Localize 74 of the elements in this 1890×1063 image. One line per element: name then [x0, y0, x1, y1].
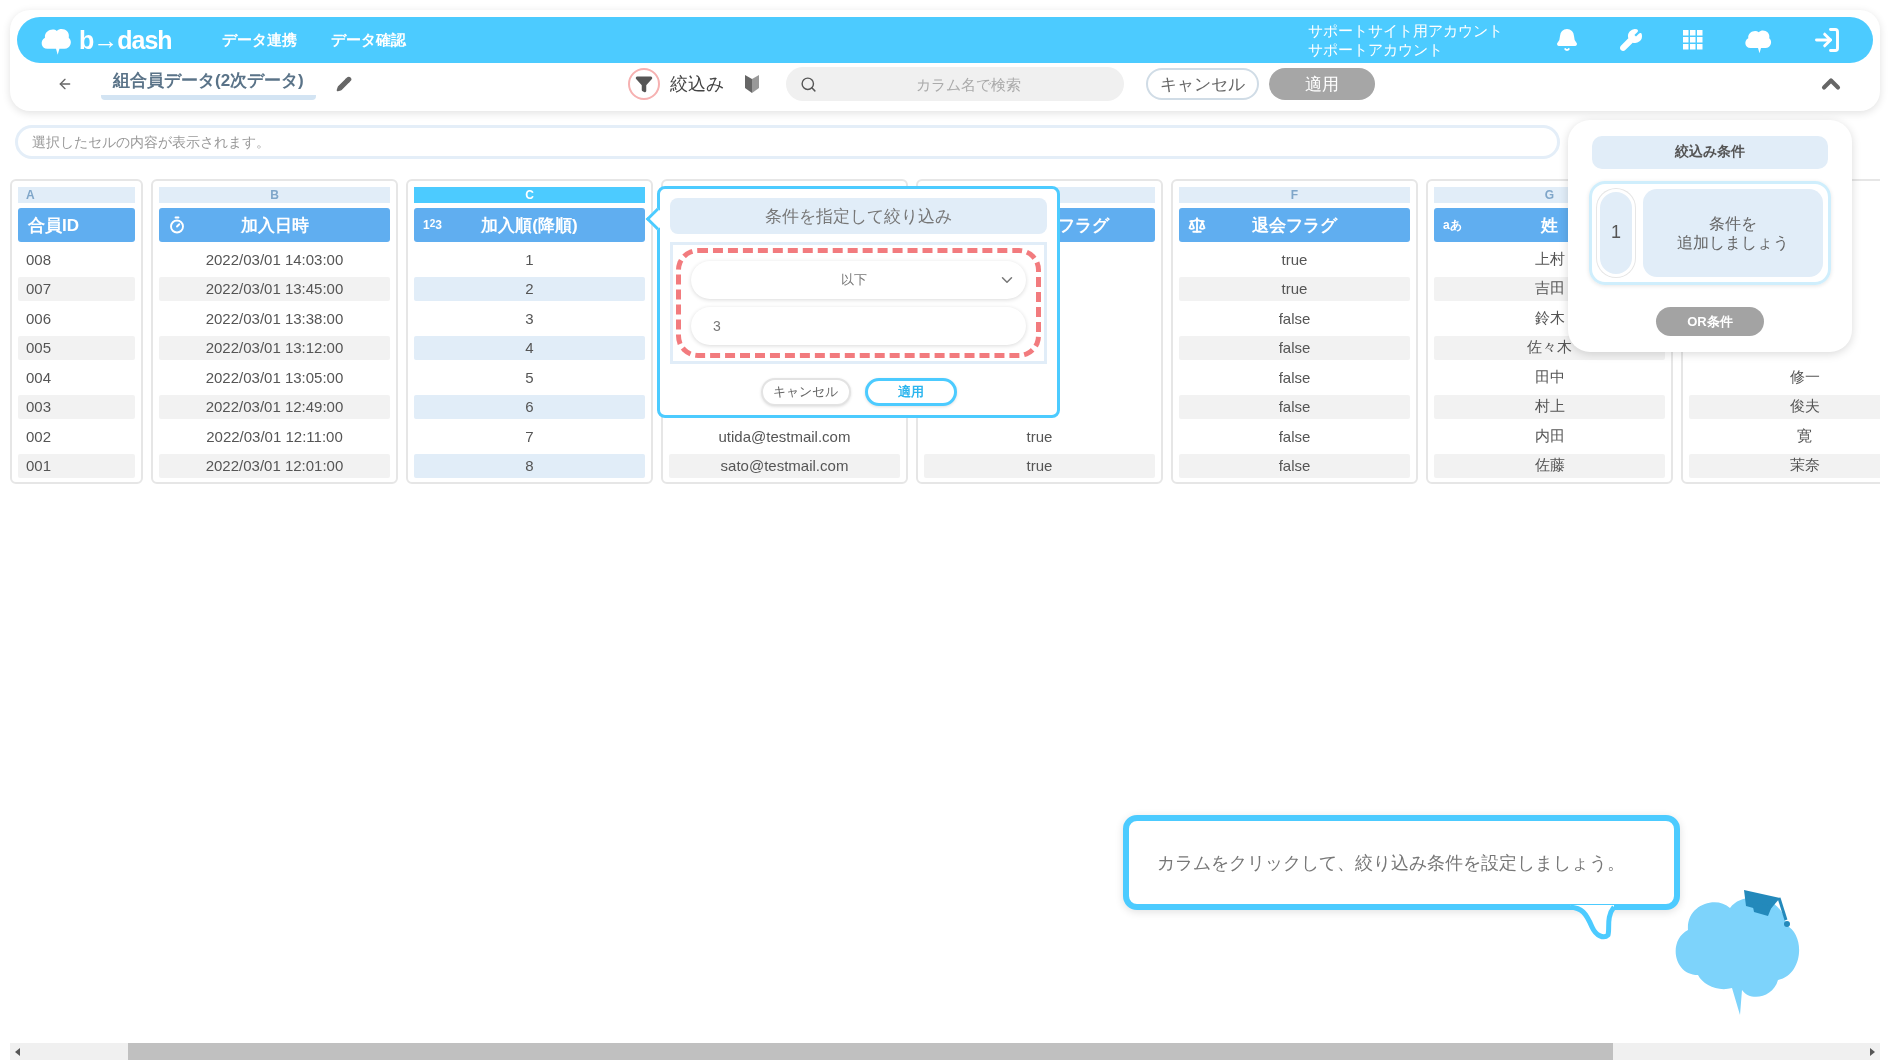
horizontal-scrollbar[interactable] [10, 1043, 1880, 1060]
table-cell[interactable]: 2022/03/01 13:38:00 [159, 306, 390, 331]
table-cell[interactable]: false [1179, 335, 1410, 360]
table-cell[interactable]: false [1179, 306, 1410, 331]
account-site: サポートサイト用アカウント [1308, 21, 1503, 40]
table-cell[interactable]: 佐藤 [1434, 453, 1665, 478]
scroll-left-icon[interactable] [13, 1046, 23, 1057]
table-cell[interactable]: 2022/03/01 12:49:00 [159, 394, 390, 419]
scroll-right-icon[interactable] [1867, 1046, 1877, 1057]
table-cell[interactable]: true [924, 424, 1155, 449]
hint-text: カラムをクリックして、絞り込み条件を設定しましょう。 [1157, 851, 1625, 875]
beginner-icon[interactable] [743, 74, 760, 94]
table-cell[interactable]: 寛 [1689, 424, 1880, 449]
popup-title: 条件を指定して絞り込み [670, 198, 1047, 234]
table-cell[interactable]: 005 [18, 335, 135, 360]
table-cell[interactable]: 006 [18, 306, 135, 331]
table-cell[interactable]: 2022/03/01 13:05:00 [159, 365, 390, 390]
table-cell[interactable]: false [1179, 453, 1410, 478]
cancel-button[interactable]: キャンセル [1145, 68, 1259, 100]
table-cell[interactable]: true [1179, 247, 1410, 272]
logo-text: b→dash [79, 25, 172, 55]
table-cell[interactable]: 8 [414, 453, 645, 478]
table-cell[interactable]: false [1179, 365, 1410, 390]
cancel-button[interactable]: キャンセル [760, 378, 851, 406]
table-cell[interactable]: 2022/03/01 12:11:00 [159, 424, 390, 449]
value-field[interactable]: 3 [691, 307, 1026, 345]
table-cell[interactable]: true [924, 453, 1155, 478]
account-name: サポートアカウント [1308, 40, 1444, 59]
table-cell[interactable]: 5 [414, 365, 645, 390]
table-cell[interactable]: 2 [414, 276, 645, 301]
pencil-icon[interactable] [335, 76, 352, 92]
table-cell[interactable]: false [1179, 424, 1410, 449]
table-cell[interactable]: 田中 [1434, 365, 1665, 390]
table-cell[interactable]: 村上 [1434, 394, 1665, 419]
table-cell[interactable]: 3 [414, 306, 645, 331]
table-cell[interactable]: utida@testmail.com [669, 424, 900, 449]
table-cell[interactable]: 2022/03/01 14:03:00 [159, 247, 390, 272]
back-icon[interactable] [57, 76, 73, 92]
type-label: aあ [1443, 216, 1462, 234]
search-input[interactable]: カラム名で検索 [826, 74, 1110, 94]
table-cell[interactable]: sato@testmail.com [669, 453, 900, 478]
table-cell[interactable]: 内田 [1434, 424, 1665, 449]
table-cell[interactable]: false [1179, 394, 1410, 419]
table-cell[interactable]: 007 [18, 276, 135, 301]
table-cell[interactable]: true [1179, 276, 1410, 301]
search-icon [799, 75, 817, 93]
table-cell[interactable]: 002 [18, 424, 135, 449]
table-cell[interactable]: 茉奈 [1689, 453, 1880, 478]
table-cell[interactable]: 2022/03/01 12:01:00 [159, 453, 390, 478]
table-cell[interactable]: 2022/03/01 13:45:00 [159, 276, 390, 301]
table-cell[interactable]: 修一 [1689, 365, 1880, 390]
table-cell[interactable]: 7 [414, 424, 645, 449]
table-cell[interactable]: 004 [18, 365, 135, 390]
search-field[interactable]: カラム名で検索 [785, 67, 1124, 101]
table-cell[interactable]: 6 [414, 394, 645, 419]
operator-select[interactable]: 以下 [691, 261, 1026, 299]
table-cell[interactable]: 1 [414, 247, 645, 272]
stopwatch-icon [168, 216, 186, 234]
table-cell[interactable]: 008 [18, 247, 135, 272]
table-cell[interactable]: 003 [18, 394, 135, 419]
table-cell[interactable]: 001 [18, 453, 135, 478]
scale-icon [1188, 216, 1206, 234]
table-cell[interactable]: 4 [414, 335, 645, 360]
panel-title: 絞込み条件 [1592, 136, 1828, 169]
value-input[interactable]: 3 [711, 317, 1006, 335]
table-cell[interactable]: 2022/03/01 13:12:00 [159, 335, 390, 360]
group-number: 1 [1597, 188, 1635, 278]
filter-button[interactable] [627, 68, 660, 100]
filter-label: 絞込み [669, 73, 724, 96]
cell-viewer[interactable]: 選択したセルの内容が表示されます。 [15, 125, 1560, 159]
page-title[interactable]: 組合員データ(2次データ) [101, 68, 316, 100]
funnel-icon [634, 75, 653, 93]
table-cell[interactable]: 俊夫 [1689, 394, 1880, 419]
add-condition-button[interactable]: 条件を 追加しましょう [1643, 188, 1823, 278]
